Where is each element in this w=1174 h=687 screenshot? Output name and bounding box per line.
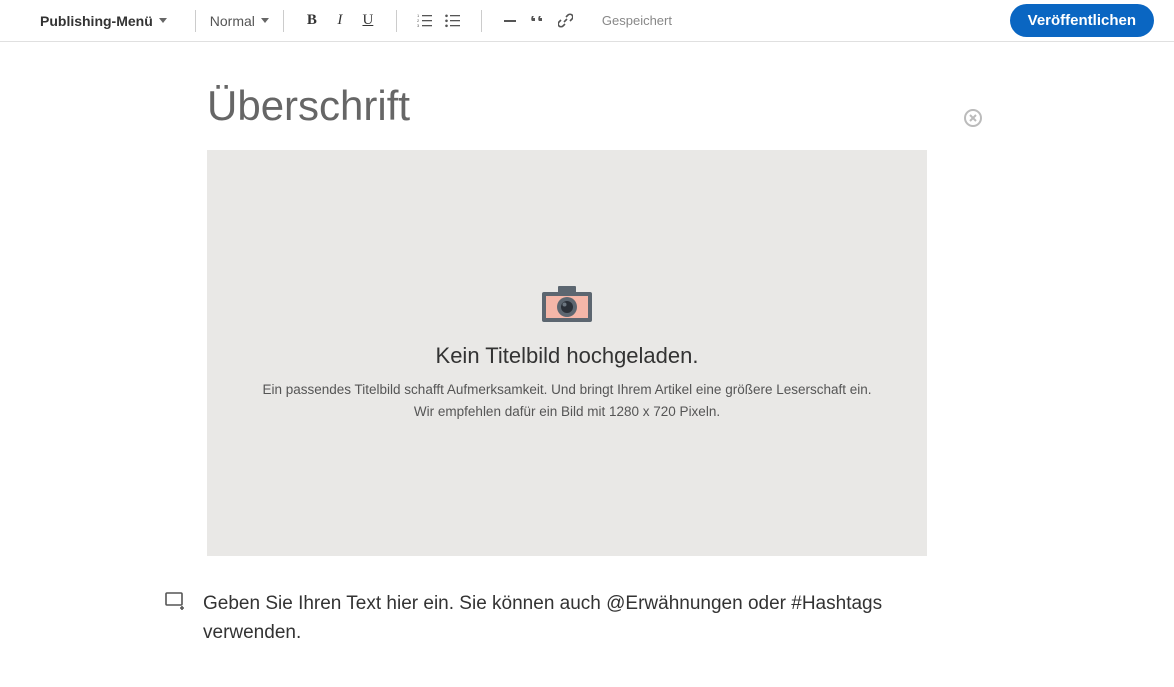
chevron-down-icon <box>261 18 269 23</box>
unordered-list-button[interactable] <box>439 7 467 35</box>
cover-image-title: Kein Titelbild hochgeladen. <box>436 343 699 369</box>
headline-input[interactable]: Überschrift <box>207 72 967 150</box>
close-icon[interactable] <box>963 108 983 133</box>
publishing-menu-label: Publishing-Menü <box>40 13 153 29</box>
blockquote-button[interactable] <box>524 7 552 35</box>
bold-button[interactable]: B <box>298 7 326 35</box>
insert-block-button[interactable] <box>165 592 187 615</box>
camera-icon <box>540 284 594 329</box>
text-style-select[interactable]: Normal <box>210 13 269 29</box>
cover-image-upload[interactable]: Kein Titelbild hochgeladen. Ein passende… <box>207 150 927 556</box>
ordered-list-button[interactable]: 123 <box>411 7 439 35</box>
underline-button[interactable]: U <box>354 7 382 35</box>
editor-area: Überschrift Kein Titelbild hochgeladen. … <box>207 42 967 687</box>
italic-button[interactable]: I <box>326 7 354 35</box>
publish-button[interactable]: Veröffentlichen <box>1010 4 1154 37</box>
cover-image-subtitle: Ein passendes Titelbild schafft Aufmerks… <box>262 379 871 422</box>
text-style-label: Normal <box>210 13 255 29</box>
editor-toolbar: Publishing-Menü Normal B I U 123 <box>0 0 1174 42</box>
link-button[interactable] <box>552 7 580 35</box>
svg-text:3: 3 <box>417 23 420 28</box>
body-text-input[interactable]: Geben Sie Ihren Text hier ein. Sie könne… <box>203 590 927 647</box>
publishing-menu-button[interactable]: Publishing-Menü <box>40 13 167 29</box>
chevron-down-icon <box>159 18 167 23</box>
saved-status: Gespeichert <box>602 13 672 28</box>
horizontal-rule-button[interactable] <box>496 7 524 35</box>
